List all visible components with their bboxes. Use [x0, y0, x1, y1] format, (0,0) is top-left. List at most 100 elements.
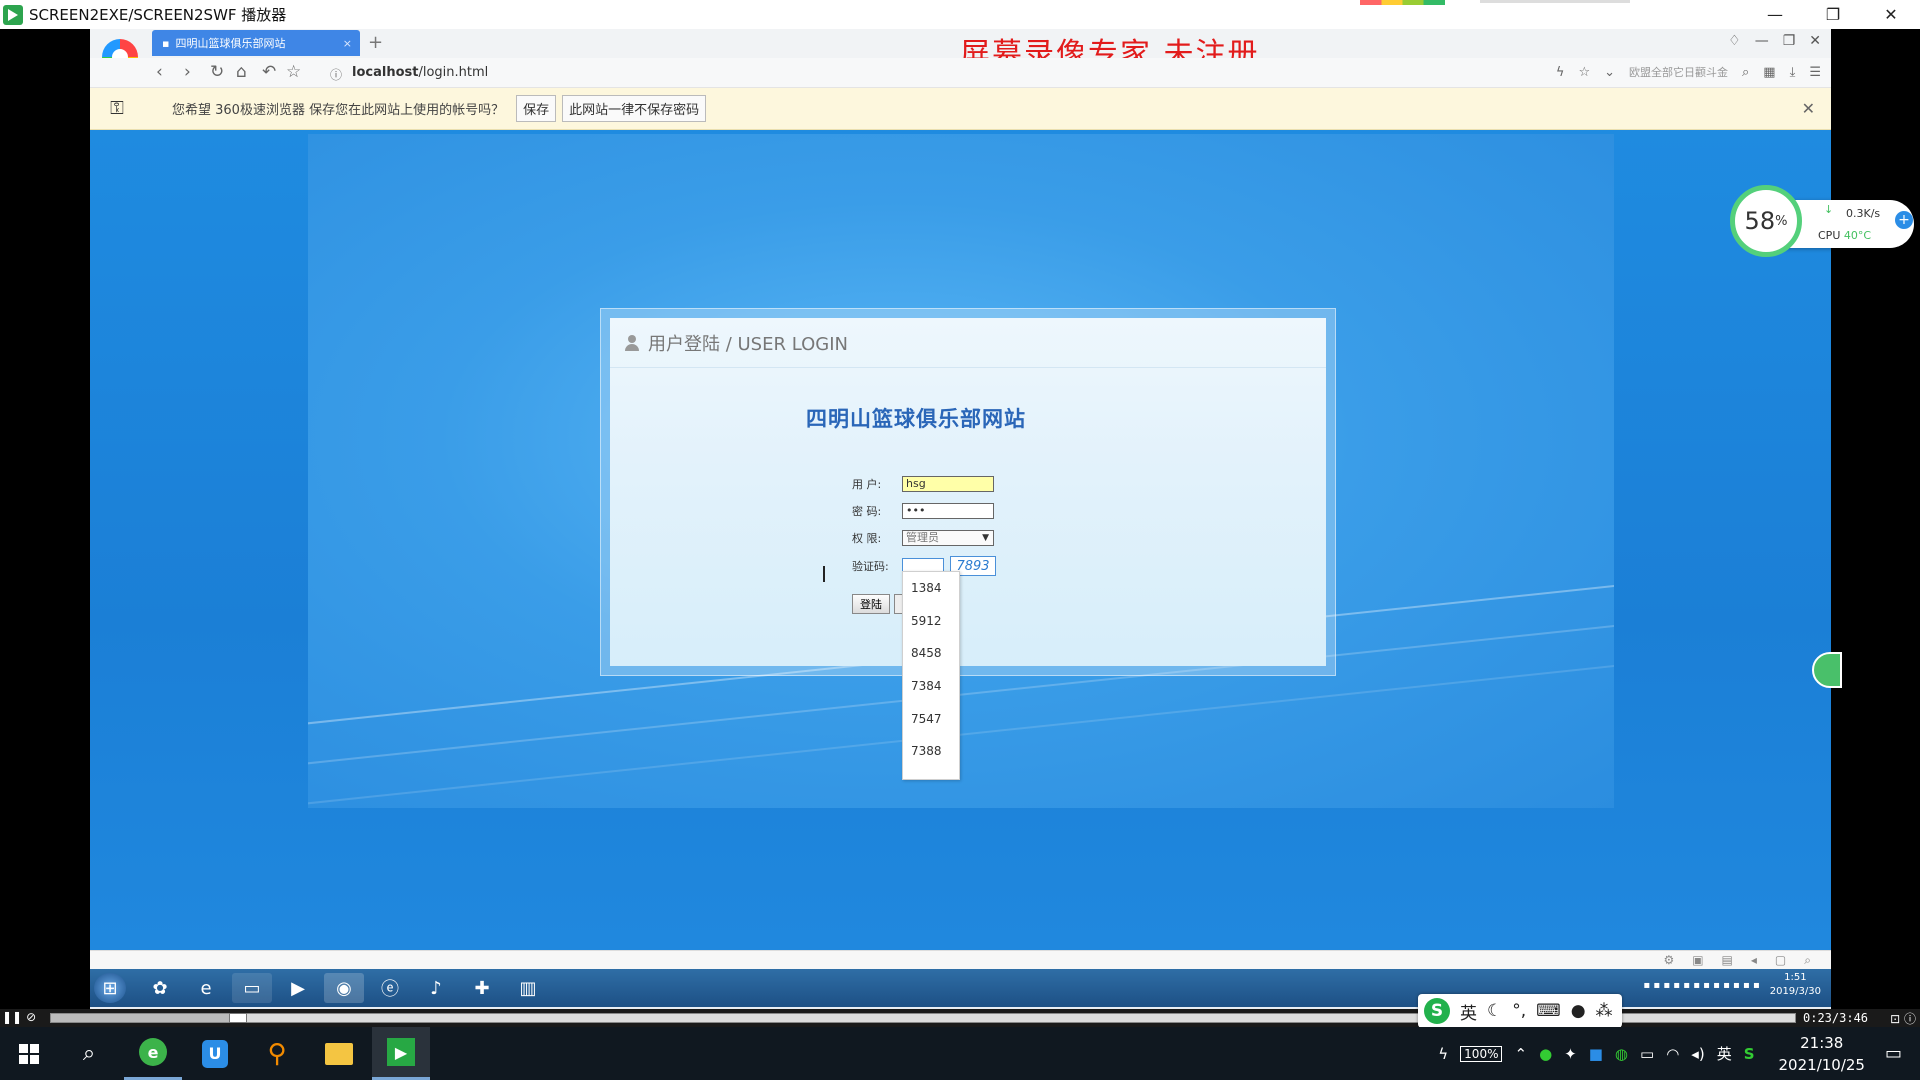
tray-app-icon[interactable]: ● — [1539, 1045, 1552, 1063]
player-extra-buttons[interactable]: ⊡ ⓘ — [1890, 1010, 1916, 1027]
apps-icon[interactable]: ▦ — [1763, 65, 1775, 80]
playback-thumb[interactable] — [228, 1013, 247, 1023]
win7-360se-icon[interactable]: ⓔ — [370, 973, 410, 1003]
refresh-icon[interactable]: ↻ — [210, 62, 224, 82]
taskbar-u-icon[interactable]: U — [186, 1027, 244, 1080]
back-icon[interactable]: ‹ — [156, 62, 163, 82]
punctuation-icon[interactable]: °, — [1512, 1001, 1526, 1021]
win7-tray-icons[interactable]: ▪ ▪ ▪ ▪ ▪ ▪ ▪ ▪ ▪ ▪ ▪ ▪ — [1643, 980, 1759, 991]
monitor-plus-button[interactable]: + — [1895, 211, 1913, 229]
mouse-cursor — [823, 566, 833, 582]
home-icon[interactable]: ⌂ — [236, 62, 247, 82]
menu-icon[interactable]: ☰ — [1809, 65, 1821, 80]
login-button[interactable]: 登陆 — [852, 594, 890, 614]
win7-folder-icon[interactable]: ▭ — [232, 973, 272, 1003]
taskbar-360se-icon[interactable]: e — [124, 1027, 182, 1080]
sogou-tray-icon[interactable]: S — [1744, 1045, 1755, 1063]
chevron-down-icon[interactable]: ⌄ — [1604, 65, 1615, 80]
taskbar-folder-icon[interactable] — [310, 1027, 368, 1080]
username-input[interactable]: hsg — [902, 476, 994, 492]
stop-button[interactable]: ⊘ — [26, 1010, 36, 1024]
never-save-button[interactable]: 此网站一律不保存密码 — [562, 95, 707, 122]
browser-tab-active[interactable]: ▪ 四明山篮球俱乐部网站 × — [152, 30, 360, 56]
memory-gauge[interactable]: 58% — [1730, 185, 1802, 257]
win7-start-button[interactable]: ⊞ — [94, 973, 126, 1003]
system-monitor-widget[interactable]: 58% ↓ 0.3K/s CPU 40°C + — [1730, 185, 1916, 257]
download-icon[interactable]: ⤓ — [1790, 65, 1796, 80]
save-password-bar: ⚿ 您希望 360极速浏览器 保存您在此网站上使用的帐号吗？ 保存 此网站一律不… — [90, 88, 1831, 130]
ime-mode[interactable]: 英 — [1460, 999, 1477, 1024]
win7-app3-icon[interactable]: ▥ — [508, 973, 548, 1003]
status-screenshot-icon[interactable]: ▣ — [1692, 953, 1703, 968]
close-button[interactable]: ✕ — [1862, 0, 1920, 29]
status-zoom-icon[interactable]: ⌕ — [1804, 953, 1811, 968]
volume-icon[interactable]: ◂) — [1691, 1045, 1704, 1063]
wechat-icon[interactable]: ◍ — [1615, 1045, 1628, 1063]
win7-app-icon[interactable]: ♪ — [416, 973, 456, 1003]
win7-clock[interactable]: 1:51 2019/3/30 — [1770, 971, 1821, 999]
tray-app2-icon[interactable]: ✦ — [1564, 1045, 1577, 1063]
browser-minimize-button[interactable]: — — [1755, 33, 1769, 49]
win7-app2-icon[interactable]: ✚ — [462, 973, 502, 1003]
sogou-logo-icon[interactable]: S — [1424, 998, 1450, 1024]
color-strip — [1360, 0, 1445, 5]
role-select[interactable]: 管理员 ▼ — [902, 530, 994, 546]
moon-icon[interactable]: ☾ — [1487, 1001, 1502, 1021]
search-icon[interactable]: ⌕ — [1742, 65, 1749, 80]
bookmark-icon[interactable]: ☆ — [1578, 65, 1590, 80]
save-password-button[interactable]: 保存 — [516, 95, 557, 122]
win7-colorful-icon[interactable]: ✿ — [140, 973, 180, 1003]
browser-status-bar: ⚙ ▣ ▤ ◂ ▢ ⌕ — [90, 950, 1831, 969]
win7-ie-icon[interactable]: e — [186, 973, 226, 1003]
undo-close-icon[interactable]: ↶ — [262, 62, 276, 82]
autocomplete-item[interactable]: 7547 — [903, 702, 959, 735]
grid-icon[interactable]: ⁂ — [1596, 1001, 1613, 1021]
tray-expand-icon[interactable]: ⌃ — [1514, 1045, 1527, 1063]
close-bar-icon[interactable]: ✕ — [1802, 99, 1815, 118]
language-indicator[interactable]: 英 — [1717, 1043, 1732, 1064]
status-trash-icon[interactable]: ▤ — [1722, 953, 1733, 968]
pause-button[interactable]: ❚❚ — [2, 1010, 22, 1024]
status-tool-icon[interactable]: ⚙ — [1663, 953, 1674, 968]
lightning-icon[interactable]: ϟ — [1556, 65, 1565, 80]
battery-indicator[interactable]: 100% — [1460, 1045, 1503, 1062]
wifi-icon[interactable]: ◠ — [1666, 1045, 1679, 1063]
notification-icon[interactable]: ▭ — [1885, 1043, 1902, 1064]
forward-icon[interactable]: › — [184, 62, 191, 82]
browser-maximize-button[interactable]: ❐ — [1783, 33, 1796, 49]
charging-icon[interactable]: ϟ — [1438, 1045, 1448, 1063]
keyboard-icon[interactable]: ⌨ — [1536, 1001, 1561, 1021]
user-icon[interactable]: ● — [1571, 1001, 1586, 1021]
search-suggestion-text[interactable]: 欧盟全部它日颧斗金 — [1629, 64, 1728, 80]
autocomplete-item[interactable]: 7384 — [903, 670, 959, 703]
dropdown-arrow-icon: ▼ — [982, 533, 989, 543]
skin-icon[interactable]: ♢ — [1728, 33, 1741, 49]
win7-media-icon[interactable]: ▶ — [278, 973, 318, 1003]
taskbar-search-tool-icon[interactable]: ⚲ — [248, 1027, 306, 1080]
win7-360-browser-icon[interactable]: ◉ — [324, 973, 364, 1003]
restore-button[interactable]: ❐ — [1804, 0, 1862, 29]
favorite-star-icon[interactable]: ☆ — [286, 62, 301, 82]
playback-time: 0:23/3:46 — [1803, 1011, 1869, 1025]
status-window-icon[interactable]: ▢ — [1775, 953, 1786, 968]
search-icon[interactable]: ⌕ — [60, 1027, 118, 1080]
taskbar-clock[interactable]: 21:38 2021/10/25 — [1779, 1032, 1865, 1076]
new-tab-button[interactable]: + — [368, 32, 383, 53]
side-float-button[interactable] — [1812, 652, 1842, 688]
tab-close-icon[interactable]: × — [343, 37, 352, 50]
browser-close-button[interactable]: ✕ — [1809, 33, 1821, 49]
minimize-button[interactable]: — — [1746, 0, 1804, 29]
tray-app3-icon[interactable]: ■ — [1589, 1045, 1603, 1063]
player-title: SCREEN2EXE/SCREEN2SWF 播放器 — [29, 6, 287, 24]
battery-icon[interactable]: ▭ — [1640, 1045, 1654, 1063]
autocomplete-item[interactable]: 5912 — [903, 605, 959, 638]
autocomplete-item[interactable]: 7388 — [903, 735, 959, 768]
autocomplete-item[interactable]: 8458 — [903, 637, 959, 670]
taskbar-player-icon[interactable]: ▶ — [372, 1027, 430, 1080]
site-info-icon[interactable]: ⓘ — [330, 66, 342, 83]
start-button[interactable] — [0, 1027, 58, 1080]
autocomplete-item[interactable]: 1384 — [903, 572, 959, 605]
status-volume-icon[interactable]: ◂ — [1751, 953, 1757, 968]
address-bar[interactable]: localhost/login.html — [352, 65, 488, 80]
password-input[interactable]: ••• — [902, 503, 994, 519]
